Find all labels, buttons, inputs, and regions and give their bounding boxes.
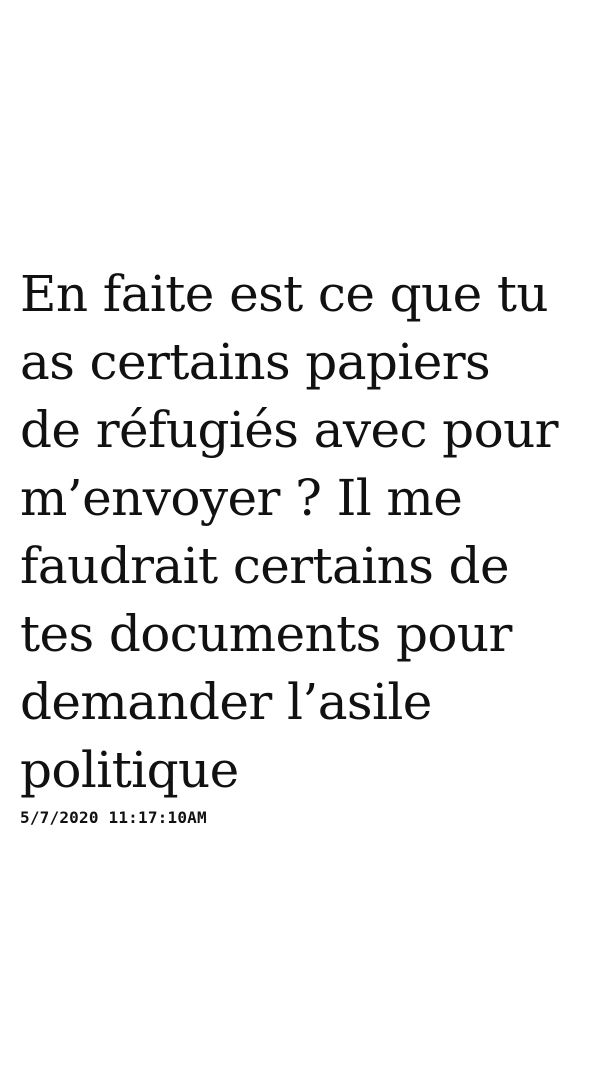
message-timestamp: 5/7/2020 11:17:10AM <box>20 808 207 827</box>
message-text: En faite est ce que tu as certains papie… <box>20 265 559 799</box>
message-card: En faite est ce que tu as certains papie… <box>20 260 590 828</box>
